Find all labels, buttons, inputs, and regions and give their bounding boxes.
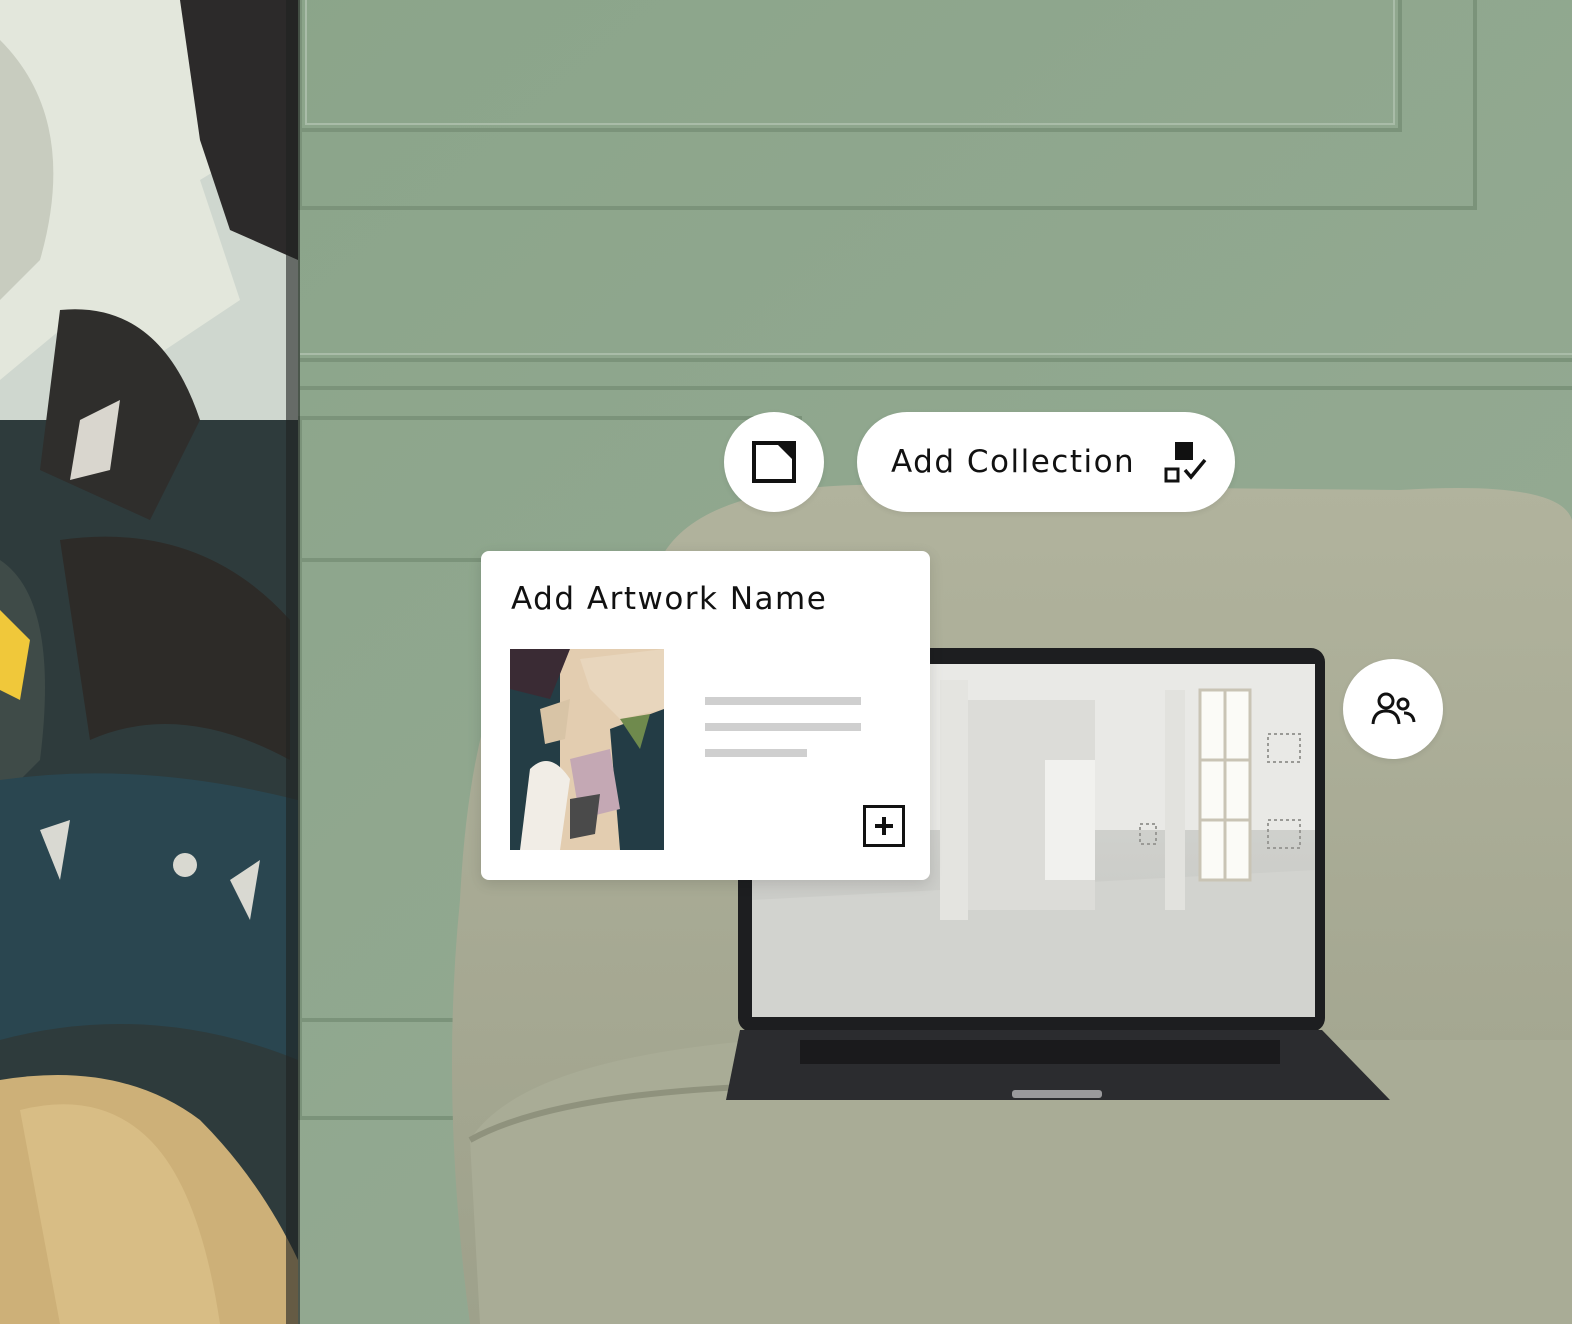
frame-button[interactable] [724,412,824,512]
frame-corner-icon [752,441,796,483]
artwork-card: Add Artwork Name [481,551,930,880]
add-collection-button[interactable]: Add Collection [857,412,1235,512]
add-artwork-button[interactable] [863,805,905,847]
collection-check-icon [1164,442,1207,483]
add-collection-label: Add Collection [891,444,1136,480]
artwork-description-placeholder [705,697,861,775]
users-icon [1371,692,1416,725]
artwork-thumbnail [510,649,664,850]
plus-square-icon [875,817,893,835]
artwork-name-field[interactable]: Add Artwork Name [511,581,827,617]
users-button[interactable] [1343,659,1443,759]
